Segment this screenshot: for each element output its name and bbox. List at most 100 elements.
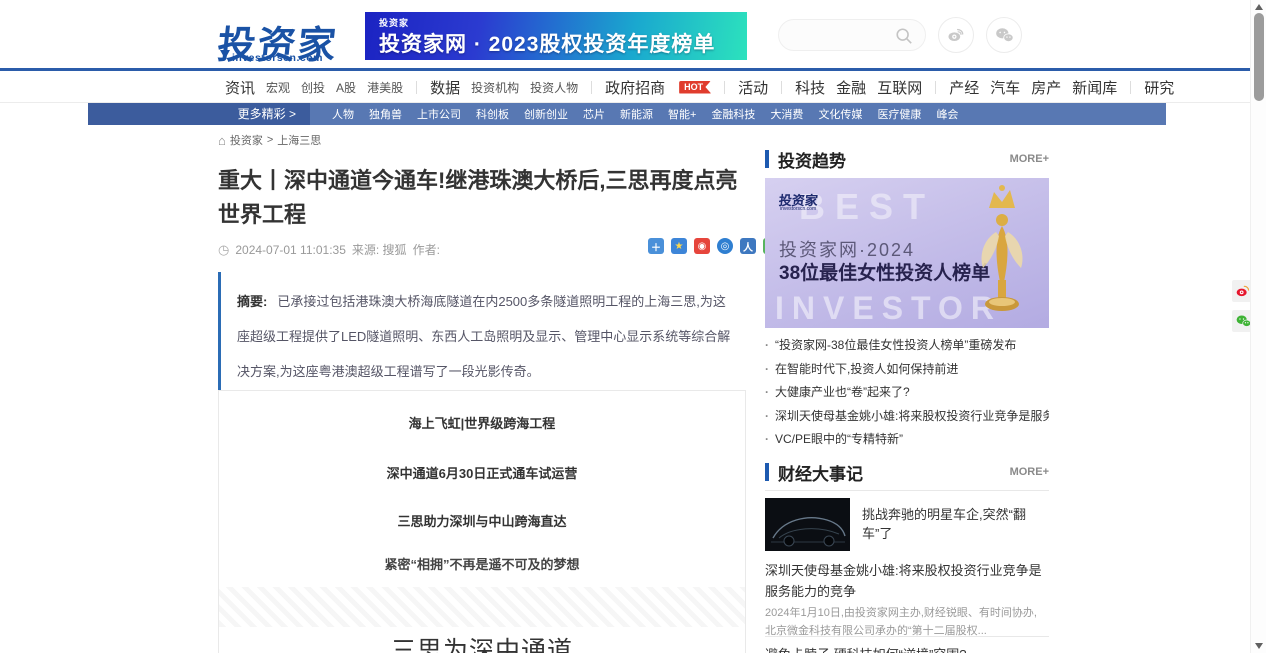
trophy-icon — [971, 182, 1033, 326]
nav-item-yanjiu[interactable]: 研究 — [1144, 77, 1174, 98]
nav-item-keji[interactable]: 科技 — [795, 77, 825, 98]
nav-item-agu[interactable]: A股 — [336, 79, 356, 96]
nav-item-xinwenku[interactable]: 新闻库 — [1072, 77, 1117, 98]
article-heading: 三思为深中通道 — [219, 631, 745, 653]
nav-divider — [781, 81, 782, 94]
subnav-item-dujiaoshou[interactable]: 独角兽 — [369, 106, 402, 122]
nav-item-touzijigou[interactable]: 投资机构 — [471, 79, 519, 96]
nav-item-jinrong[interactable]: 金融 — [836, 77, 866, 98]
subnav-item-xinpian[interactable]: 芯片 — [583, 106, 605, 122]
events-more-link[interactable]: MORE+ — [1010, 466, 1049, 478]
subnav-item-xinnengyuan[interactable]: 新能源 — [620, 106, 653, 122]
qq-icon[interactable]: ◎ — [717, 238, 733, 254]
search-icon[interactable] — [895, 27, 913, 45]
weibo-icon — [946, 25, 966, 45]
nav-divider — [935, 81, 936, 94]
trends-list-item[interactable]: “投资家网-38位最佳女性投资人榜单”重磅发布 — [765, 334, 1049, 358]
subnav-item-shangshigongsi[interactable]: 上市公司 — [417, 106, 461, 122]
breadcrumb: ⌂ 投资家 > 上海三思 — [218, 132, 321, 148]
search-input[interactable] — [793, 25, 893, 45]
list-divider — [765, 636, 1049, 637]
trends-list-item[interactable]: 在智能时代下,投资人如何保持前进 — [765, 358, 1049, 382]
share-toolbar: ＋ ★ ◉ ◎ 人 ● — [648, 238, 779, 254]
nav-item-qiche[interactable]: 汽车 — [990, 77, 1020, 98]
nav-item-hongguan[interactable]: 宏观 — [266, 79, 290, 96]
nav-item-gangmeigu[interactable]: 港美股 — [367, 79, 403, 96]
events-next-title[interactable]: 避免卡脖子,硬科技如何“逆境”突围? — [765, 644, 1049, 653]
nav-divider — [416, 81, 417, 94]
subnav-item-jinrongkeji[interactable]: 金融科技 — [711, 106, 755, 122]
search-box[interactable] — [778, 19, 926, 51]
subnav-item-chuangxinchuangye[interactable]: 创新创业 — [524, 106, 568, 122]
article-author: 作者: — [413, 241, 440, 258]
qzone-icon[interactable]: ★ — [671, 238, 687, 254]
subnav-item-renwu[interactable]: 人物 — [332, 106, 354, 122]
breadcrumb-home-link[interactable]: 投资家 — [230, 132, 263, 148]
trends-section-header: 投资趋势 MORE+ — [765, 148, 1049, 170]
wechat-icon — [1235, 313, 1252, 330]
banner-line2: 38位最佳女性投资人榜单 — [779, 258, 990, 285]
clock-icon: ◷ — [218, 242, 229, 258]
promo-banner[interactable]: 投资家 投资家网 · 2023股权投资年度榜单 — [365, 12, 747, 60]
nav-item-touzirenwu[interactable]: 投资人物 — [530, 79, 578, 96]
renren-icon[interactable]: 人 — [740, 238, 756, 254]
trends-more-link[interactable]: MORE+ — [1010, 153, 1049, 165]
article-paragraph: 海上飞虹|世界级跨海工程 — [219, 413, 745, 432]
nav-item-hulianwang[interactable]: 互联网 — [877, 77, 922, 98]
breadcrumb-separator: > — [267, 134, 273, 146]
article-paragraph: 紧密“相拥”不再是遥不可及的梦想 — [219, 554, 745, 573]
header-wechat-button[interactable] — [986, 17, 1022, 53]
trends-title: 投资趋势 — [778, 147, 1010, 172]
car-thumbnail[interactable] — [765, 498, 850, 551]
trends-list-item[interactable]: VC/PE眼中的“专精特新” — [765, 428, 1049, 452]
share-more-icon[interactable]: ＋ — [648, 238, 664, 254]
weibo-share-icon[interactable]: ◉ — [694, 238, 710, 254]
events-article-title[interactable]: 深圳天使母基金姚小雄:将来股权投资行业竞争是服务能力的竞争 — [765, 560, 1049, 602]
logo-arrow-icon — [220, 50, 230, 59]
banner-watermark-top: BEST — [799, 186, 935, 228]
events-featured-item[interactable]: 挑战奔驰的明星车企,突然“翻车”了 — [765, 498, 1049, 551]
wechat-icon — [994, 25, 1015, 46]
events-title: 财经大事记 — [778, 460, 1010, 485]
summary-label: 摘要: — [237, 294, 267, 309]
article-date: 2024-07-01 11:01:35 — [235, 243, 346, 257]
events-article-excerpt: 2024年1月10日,由投资家网主办,财经锐眼、有时间协办,北京微金科技有限公司… — [765, 604, 1045, 640]
nav-item-zixun[interactable]: 资讯 — [225, 77, 255, 98]
nav-item-chuangtou[interactable]: 创投 — [301, 79, 325, 96]
nav-divider — [591, 81, 592, 94]
nav-item-fangchan[interactable]: 房产 — [1031, 77, 1061, 98]
subnav-item-daxiaofei[interactable]: 大消费 — [770, 106, 803, 122]
trends-list-item[interactable]: 深圳天使母基金姚小雄:将来股权投资行业竞争是服务能力的... — [765, 405, 1049, 429]
subnav-more-link[interactable]: 更多精彩 > — [88, 103, 310, 125]
nav-item-shuju[interactable]: 数据 — [430, 77, 460, 98]
nav-item-huodong[interactable]: 活动 — [738, 77, 768, 98]
scrollbar-thumb[interactable] — [1254, 13, 1264, 101]
breadcrumb-current: 上海三思 — [277, 132, 321, 148]
article-meta: ◷ 2024-07-01 11:01:35 来源: 搜狐 作者: — [218, 241, 440, 258]
events-featured-title[interactable]: 挑战奔驰的明星车企,突然“翻车”了 — [862, 505, 1047, 543]
section-divider — [765, 490, 1049, 491]
article-paragraph: 三思助力深圳与中山跨海直达 — [219, 511, 745, 530]
nav-item-chanjing[interactable]: 产经 — [949, 77, 979, 98]
home-icon[interactable]: ⌂ — [218, 133, 226, 148]
subnav-item-yiliaojiankang[interactable]: 医疗健康 — [877, 106, 921, 122]
subnav-item-fenghui[interactable]: 峰会 — [936, 106, 958, 122]
summary-text: 已承接过包括港珠澳大桥海底隧道在内2500多条隧道照明工程的上海三思,为这座超级… — [237, 294, 730, 379]
scroll-down-arrow-icon[interactable] — [1255, 643, 1263, 649]
scrollbar[interactable] — [1250, 0, 1266, 653]
trends-banner[interactable]: BEST 投资家 investorscn.com 投资家网·2024 38位最佳… — [765, 178, 1049, 328]
article-paragraph: 深中通道6月30日正式通车试运营 — [219, 463, 745, 482]
trends-list-item[interactable]: 大健康产业也“卷”起来了? — [765, 381, 1049, 405]
section-accent-bar — [765, 150, 769, 168]
subnav-item-kechuangban[interactable]: 科创板 — [476, 106, 509, 122]
article-source: 来源: 搜狐 — [352, 241, 407, 258]
article-title: 重大丨深中通道今通车!继港珠澳大桥后,三思再度点亮世界工程 — [218, 164, 758, 232]
subnav-item-zhineng[interactable]: 智能+ — [668, 106, 696, 122]
scroll-up-arrow-icon[interactable] — [1255, 4, 1263, 10]
header-weibo-button[interactable] — [938, 17, 974, 53]
article-body: 海上飞虹|世界级跨海工程 深中通道6月30日正式通车试运营 三思助力深圳与中山跨… — [218, 390, 746, 653]
banner-logo-sub: investorscn.com — [780, 206, 816, 212]
nav-item-zhengfuzhaoshang[interactable]: 政府招商 — [605, 77, 665, 98]
sub-nav: 更多精彩 > 人物 独角兽 上市公司 科创板 创新创业 芯片 新能源 智能+ 金… — [88, 103, 1166, 125]
subnav-item-wenhuachuanmei[interactable]: 文化传媒 — [818, 106, 862, 122]
